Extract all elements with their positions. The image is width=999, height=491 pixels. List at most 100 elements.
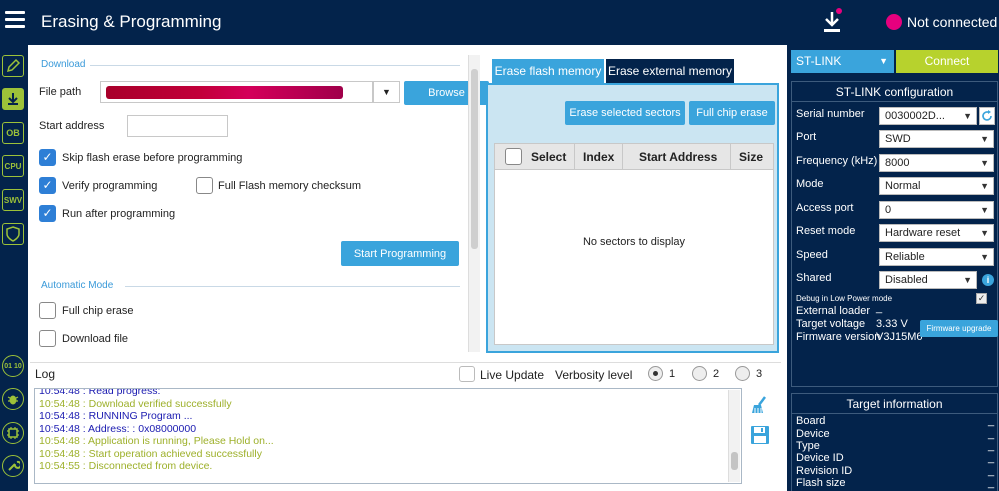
debug-low-power-checkbox[interactable]: ✓ — [976, 293, 987, 304]
wrench-icon[interactable] — [2, 455, 24, 477]
erase-panel: Erase flash memory Erase external memory… — [486, 55, 781, 355]
access-port-label: Access port — [796, 202, 854, 214]
interface-select[interactable]: ST-LINK ▼ — [791, 50, 894, 73]
column-header-size[interactable]: Size — [739, 150, 763, 164]
type-value: _ — [988, 440, 995, 452]
tab-erase-external-memory[interactable]: Erase external memory — [606, 59, 734, 83]
cpu-icon[interactable]: CPU — [2, 155, 24, 177]
shared-select[interactable]: Disabled ▼ — [879, 271, 977, 289]
target-voltage-label: Target voltage — [796, 318, 866, 330]
target-information-box: Target information Board _ Device _ Type… — [791, 393, 998, 491]
menu-icon[interactable] — [5, 11, 25, 29]
start-address-label: Start address — [39, 120, 105, 132]
verbosity-radio-3[interactable] — [735, 366, 750, 381]
log-line: 10:54:55 : Disconnected from device. — [39, 460, 213, 472]
app-header: Erasing & Programming Not connected — [0, 0, 999, 45]
scrollbar-thumb[interactable] — [731, 452, 738, 470]
column-header-select[interactable]: Select — [531, 150, 566, 164]
verbosity-radio-1[interactable] — [648, 366, 663, 381]
serial-number-label: Serial number — [796, 108, 865, 120]
notification-dot — [836, 8, 842, 14]
shared-label: Shared — [796, 272, 832, 284]
speed-select[interactable]: Reliable ▼ — [879, 248, 994, 266]
device-label: Device — [796, 428, 830, 440]
revision-id-value: _ — [988, 465, 995, 477]
shield-icon[interactable] — [2, 223, 24, 245]
swv-icon[interactable]: SWV — [2, 189, 24, 211]
section-divider — [125, 286, 460, 287]
section-divider — [792, 101, 997, 102]
chip-icon[interactable] — [2, 422, 24, 444]
erase-tab-content: Erase selected sectors Full chip erase S… — [486, 83, 779, 353]
full-checksum-checkbox[interactable] — [196, 177, 213, 194]
bug-icon[interactable] — [2, 388, 24, 410]
column-divider — [574, 144, 575, 170]
select-all-checkbox[interactable] — [505, 148, 522, 165]
file-path-dropdown[interactable]: ▼ — [373, 81, 400, 103]
skip-erase-checkbox[interactable]: ✓ — [39, 149, 56, 166]
log-output[interactable]: 10:54:48 : Read progress: 10:54:48 : Dow… — [34, 388, 742, 484]
log-line: 10:54:48 : Start operation achieved succ… — [39, 448, 262, 460]
column-header-start-address[interactable]: Start Address — [639, 150, 717, 164]
flash-size-value: _ — [988, 477, 995, 489]
section-divider — [792, 413, 997, 414]
verbosity-radio-2[interactable] — [692, 366, 707, 381]
tab-erase-flash-memory[interactable]: Erase flash memory — [492, 59, 604, 83]
scrollbar-thumb[interactable] — [471, 69, 478, 249]
verbosity-level-label: Verbosity level — [555, 368, 633, 382]
run-after-programming-checkbox[interactable]: ✓ — [39, 205, 56, 222]
port-label: Port — [796, 131, 817, 143]
verbosity-option-1: 1 — [669, 368, 676, 380]
auto-full-chip-erase-label: Full chip erase — [62, 305, 134, 317]
frequency-select[interactable]: 8000 ▼ — [879, 154, 994, 172]
reset-mode-select[interactable]: Hardware reset ▼ — [879, 224, 994, 242]
access-port-select[interactable]: 0 ▼ — [879, 201, 994, 219]
refresh-icon[interactable] — [979, 107, 995, 125]
log-line: 10:54:48 : RUNNING Program ... — [39, 410, 193, 422]
log-line: 10:54:48 : Address: : 0x08000000 — [39, 423, 197, 435]
log-scrollbar[interactable] — [728, 390, 740, 482]
port-select[interactable]: SWD ▼ — [879, 130, 994, 148]
auto-download-file-checkbox[interactable] — [39, 330, 56, 347]
binary-icon[interactable]: 01 10 — [2, 355, 24, 377]
full-checksum-label: Full Flash memory checksum — [218, 180, 362, 192]
log-line: 10:54:48 : Download verified successfull… — [39, 398, 232, 410]
device-id-label: Device ID — [796, 452, 844, 464]
download-panel-scrollbar[interactable] — [468, 55, 480, 352]
type-label: Type — [796, 440, 820, 452]
mode-select[interactable]: Normal ▼ — [879, 177, 994, 195]
log-header: Log Live Update Verbosity level 1 2 3 — [30, 362, 781, 384]
column-header-index[interactable]: Index — [583, 150, 614, 164]
download-arrow-icon[interactable] — [818, 8, 846, 36]
sectors-table: Select Index Start Address Size No secto… — [494, 143, 774, 345]
interface-select-value: ST-LINK — [796, 54, 842, 68]
run-after-programming-label: Run after programming — [62, 208, 176, 220]
redacted-file-path — [106, 86, 343, 99]
verify-programming-checkbox[interactable]: ✓ — [39, 177, 56, 194]
full-chip-erase-button[interactable]: Full chip erase — [689, 101, 775, 125]
log-title: Log — [35, 367, 56, 381]
auto-download-file-label: Download file — [62, 333, 129, 345]
clear-log-brush-icon[interactable] — [749, 394, 771, 416]
info-icon[interactable]: i — [982, 274, 994, 286]
serial-number-select[interactable]: 0030002D... ▼ — [879, 107, 977, 125]
frequency-label: Frequency (kHz) — [796, 155, 878, 167]
save-log-icon[interactable] — [750, 425, 770, 445]
file-path-input[interactable] — [100, 81, 373, 103]
download-panel: Download File path ▼ Browse Start addres… — [30, 53, 489, 353]
ob-icon[interactable]: OB — [2, 122, 24, 144]
erase-selected-sectors-button[interactable]: Erase selected sectors — [565, 101, 685, 125]
download-section-title: Download — [41, 59, 86, 70]
auto-full-chip-erase-checkbox[interactable] — [39, 302, 56, 319]
start-programming-button[interactable]: Start Programming — [341, 241, 459, 266]
connection-panel: ST-LINK ▼ Connect ST-LINK configuration … — [787, 45, 999, 491]
firmware-upgrade-button[interactable]: Firmware upgrade — [920, 320, 998, 337]
stlink-configuration-box: ST-LINK configuration Serial number 0030… — [791, 81, 998, 387]
start-address-input[interactable] — [127, 115, 228, 137]
connect-button[interactable]: Connect — [896, 50, 998, 73]
edit-icon[interactable] — [2, 55, 24, 77]
board-value: _ — [988, 415, 995, 427]
column-divider — [730, 144, 731, 170]
download-icon[interactable] — [2, 88, 24, 110]
live-update-checkbox[interactable] — [459, 366, 475, 382]
